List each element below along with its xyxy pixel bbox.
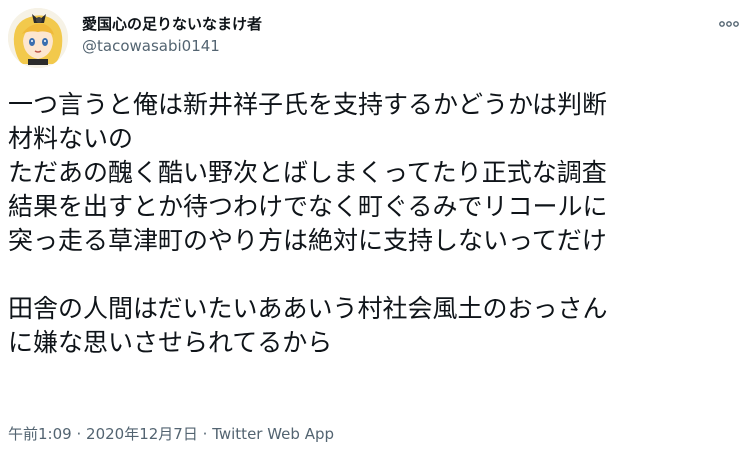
tweet-client-link[interactable]: Twitter Web App xyxy=(212,425,334,443)
display-name[interactable]: 愛国心の足りないなまけ者 xyxy=(82,14,262,34)
meta-separator: · xyxy=(202,425,208,443)
user-handle[interactable]: @tacowasabi0141 xyxy=(82,36,262,56)
user-info: 愛国心の足りないなまけ者 @tacowasabi0141 xyxy=(82,14,262,56)
tweet-meta: 午前1:09 · 2020年12月7日 · Twitter Web App xyxy=(8,424,334,444)
tweet-time[interactable]: 午前1:09 xyxy=(8,425,72,443)
more-options-icon xyxy=(719,21,739,27)
tweet-text: 一つ言うと俺は新井祥子氏を支持するかどうかは判断 材料ないの ただあの醜く酷い野… xyxy=(8,90,608,357)
tweet-date[interactable]: 2020年12月7日 xyxy=(86,425,198,443)
more-options-button[interactable] xyxy=(716,16,742,32)
anime-avatar-icon xyxy=(8,8,68,68)
meta-separator: · xyxy=(76,425,82,443)
avatar[interactable] xyxy=(8,8,68,68)
